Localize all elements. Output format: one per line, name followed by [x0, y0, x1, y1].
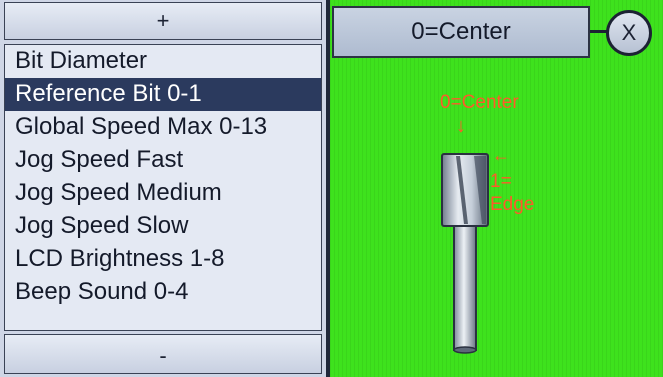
- scroll-up-button[interactable]: +: [4, 2, 322, 40]
- menu-item-jog-speed-slow[interactable]: Jog Speed Slow: [5, 210, 321, 243]
- setting-value-button[interactable]: 0=Center: [332, 6, 590, 58]
- close-button[interactable]: X: [606, 10, 652, 56]
- edge-annotation-line1: 1=: [490, 171, 512, 192]
- menu-item-lcd-brightness[interactable]: LCD Brightness 1-8: [5, 243, 321, 276]
- settings-menu-list: Bit Diameter Reference Bit 0-1 Global Sp…: [4, 44, 322, 331]
- settings-menu-panel: + Bit Diameter Reference Bit 0-1 Global …: [0, 0, 326, 377]
- router-bit-illustration: [441, 153, 489, 354]
- center-annotation: 0=Center: [440, 92, 519, 113]
- edge-annotation: 1= Edge: [490, 170, 560, 216]
- arrow-down-icon: ↓: [456, 115, 466, 137]
- menu-item-jog-speed-fast[interactable]: Jog Speed Fast: [5, 144, 321, 177]
- settings-screen: + Bit Diameter Reference Bit 0-1 Global …: [0, 0, 663, 377]
- close-icon: X: [621, 20, 637, 45]
- close-connector-line: [590, 30, 607, 33]
- menu-item-reference-bit[interactable]: Reference Bit 0-1: [5, 78, 321, 111]
- menu-item-bit-diameter[interactable]: Bit Diameter: [5, 45, 321, 78]
- menu-item-global-speed-max[interactable]: Global Speed Max 0-13: [5, 111, 321, 144]
- scroll-down-button[interactable]: -: [4, 334, 322, 374]
- menu-item-jog-speed-medium[interactable]: Jog Speed Medium: [5, 177, 321, 210]
- menu-item-beep-sound[interactable]: Beep Sound 0-4: [5, 276, 321, 309]
- edge-annotation-line2: Edge: [490, 194, 535, 215]
- setting-detail-panel: 0=Center X 0=Center ↓ ← 1= Edge: [330, 0, 663, 377]
